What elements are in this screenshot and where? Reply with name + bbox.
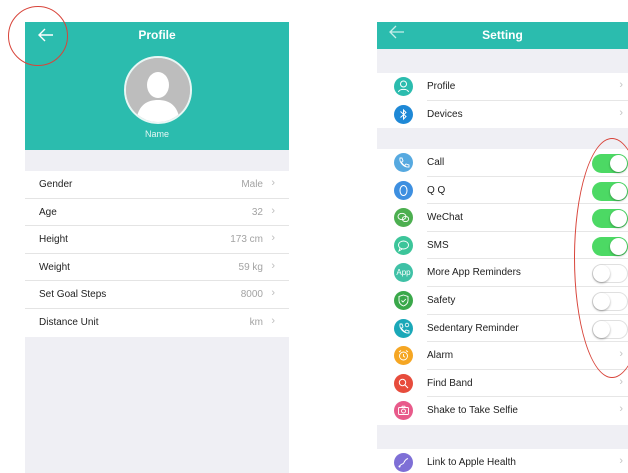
row-value: km bbox=[249, 316, 263, 328]
chevron-right-icon: › bbox=[271, 204, 275, 217]
settings-item-shake-selfie[interactable]: Shake to Take Selfie › bbox=[377, 397, 628, 425]
qq-icon bbox=[394, 180, 413, 200]
search-icon bbox=[394, 373, 413, 393]
settings-item-label: Q Q bbox=[427, 184, 446, 196]
bluetooth-icon bbox=[394, 104, 413, 124]
settings-item-label: WeChat bbox=[427, 212, 463, 224]
profile-row-distance-unit[interactable]: Distance Unit km › bbox=[25, 309, 289, 337]
setting-header: Setting bbox=[377, 22, 628, 49]
sedentary-icon bbox=[394, 318, 413, 338]
settings-item-label: Call bbox=[427, 157, 445, 168]
profile-row-gender[interactable]: Gender Male › bbox=[25, 171, 289, 199]
row-value: Male bbox=[241, 179, 263, 190]
profile-screen: Profile Name Gender Male › Age 32 › Heig… bbox=[25, 22, 289, 473]
chevron-right-icon: › bbox=[271, 287, 275, 300]
alarm-icon bbox=[394, 346, 413, 366]
row-value: 173 cm bbox=[230, 234, 263, 246]
settings-item-label: Shake to Take Selfie bbox=[427, 405, 518, 417]
person-icon bbox=[394, 77, 413, 96]
row-value: 32 bbox=[251, 206, 263, 218]
annotation-circle-back bbox=[8, 6, 68, 66]
settings-item-label: SMS bbox=[427, 239, 449, 251]
row-label: Height bbox=[39, 234, 68, 246]
settings-item-label: Find Band bbox=[427, 377, 473, 389]
chevron-right-icon: › bbox=[619, 79, 623, 91]
row-label: Weight bbox=[39, 261, 70, 273]
chevron-right-icon: › bbox=[619, 455, 623, 467]
chevron-right-icon: › bbox=[619, 106, 623, 119]
row-label: Set Goal Steps bbox=[39, 289, 107, 301]
chevron-right-icon: › bbox=[619, 375, 623, 388]
shield-icon bbox=[394, 290, 413, 310]
chevron-right-icon: › bbox=[271, 314, 275, 327]
settings-item-label: Profile bbox=[427, 81, 456, 92]
settings-item-label: More App Reminders bbox=[427, 267, 521, 279]
health-icon bbox=[394, 453, 413, 472]
settings-item-label: Link to Apple Health bbox=[427, 457, 516, 468]
row-value: 8000 bbox=[240, 289, 263, 301]
settings-item-label: Sedentary Reminder bbox=[427, 322, 519, 334]
settings-group-account: Profile › Devices › bbox=[377, 73, 628, 129]
chevron-right-icon: › bbox=[271, 177, 275, 189]
row-value: 59 kg bbox=[238, 261, 263, 273]
settings-item-apple-health[interactable]: Link to Apple Health › bbox=[377, 449, 628, 473]
settings-item-profile[interactable]: Profile › bbox=[377, 73, 628, 101]
app-icon: App bbox=[394, 263, 413, 283]
row-label: Age bbox=[39, 206, 57, 218]
profile-list: Gender Male › Age 32 › Height 173 cm › W… bbox=[25, 171, 289, 337]
message-icon bbox=[394, 235, 413, 255]
wechat-icon bbox=[394, 208, 413, 228]
row-label: Gender bbox=[39, 179, 73, 190]
settings-item-find-band[interactable]: Find Band › bbox=[377, 370, 628, 398]
profile-row-age[interactable]: Age 32 › bbox=[25, 199, 289, 227]
avatar[interactable] bbox=[124, 56, 192, 124]
profile-row-height[interactable]: Height 173 cm › bbox=[25, 226, 289, 254]
chevron-right-icon: › bbox=[271, 259, 275, 272]
settings-item-label: Devices bbox=[427, 108, 463, 120]
profile-row-goal-steps[interactable]: Set Goal Steps 8000 › bbox=[25, 281, 289, 309]
page-title: Setting bbox=[482, 28, 523, 42]
chevron-right-icon: › bbox=[619, 403, 623, 416]
default-avatar-icon bbox=[126, 58, 190, 122]
settings-item-label: Alarm bbox=[427, 350, 454, 362]
settings-item-devices[interactable]: Devices › bbox=[377, 101, 628, 129]
chevron-right-icon: › bbox=[271, 232, 275, 245]
camera-icon bbox=[394, 401, 413, 421]
profile-name: Name bbox=[144, 129, 169, 139]
phone-icon bbox=[394, 153, 413, 172]
settings-group-integrations: Link to Apple Health › bbox=[377, 449, 628, 473]
row-label: Distance Unit bbox=[39, 316, 99, 328]
settings-item-label: Safety bbox=[427, 294, 456, 306]
profile-row-weight[interactable]: Weight 59 kg › bbox=[25, 254, 289, 282]
